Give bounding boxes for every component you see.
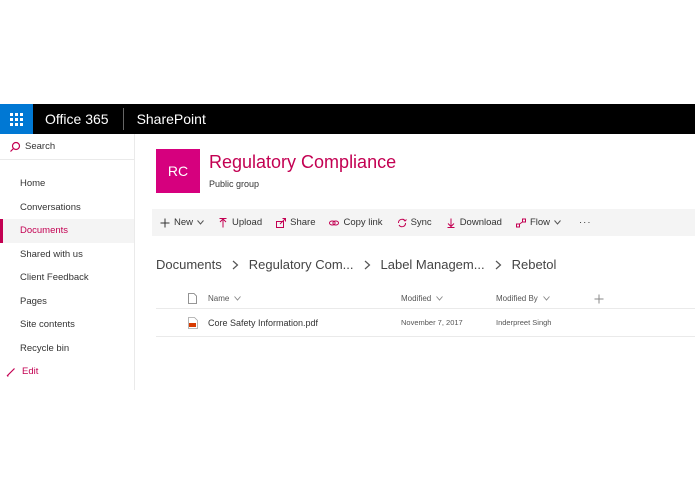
flow-icon [515, 218, 526, 227]
site-titles: Regulatory Compliance Public group [209, 152, 396, 193]
file-modified-date: November 7, 2017 [401, 318, 463, 327]
share-icon [276, 217, 287, 228]
flow-button[interactable]: Flow [515, 217, 561, 228]
sync-icon [397, 218, 407, 227]
edit-nav-link[interactable]: Edit [0, 360, 134, 384]
suite-bar: Office 365 SharePoint [0, 104, 695, 134]
new-button[interactable]: New [160, 217, 204, 228]
file-name-link[interactable]: Core Safety Information.pdf [208, 318, 401, 328]
file-type-header[interactable] [156, 293, 208, 304]
download-label: Download [459, 217, 502, 228]
share-button[interactable]: Share [276, 217, 315, 228]
nav-item-site-contents[interactable]: Site contents [0, 313, 134, 337]
site-logo[interactable]: RC [156, 149, 200, 193]
upload-label: Upload [232, 217, 263, 228]
modified-column-header[interactable]: Modified [401, 294, 496, 303]
file-modified-by[interactable]: Inderpreet Singh [496, 318, 594, 327]
modified-by-column-header[interactable]: Modified By [496, 294, 594, 303]
file-list: Name Modified Modified By Core Safety In… [156, 289, 695, 337]
more-options-button[interactable]: ··· [579, 217, 592, 228]
copy-link-button[interactable]: Copy link [329, 217, 383, 228]
search-label: Search [25, 141, 56, 152]
pencil-icon [6, 367, 15, 377]
plus-icon [160, 218, 170, 227]
table-row[interactable]: Core Safety Information.pdf November 7, … [156, 309, 695, 337]
nav-item-home[interactable]: Home [0, 172, 134, 196]
link-icon [329, 220, 340, 225]
breadcrumb-item-regulatory-compliance[interactable]: Regulatory Com... [249, 257, 354, 272]
chevron-right-icon [364, 260, 370, 269]
upload-button[interactable]: Upload [218, 217, 262, 228]
modified-header-label: Modified [401, 294, 432, 303]
nav-list: Home Conversations Documents Shared with… [0, 172, 134, 384]
file-icon-cell [156, 316, 208, 329]
chevron-right-icon [495, 260, 501, 269]
nav-item-recycle-bin[interactable]: Recycle bin [0, 337, 134, 361]
site-header: RC Regulatory Compliance Public group [156, 149, 396, 193]
office-365-brand-link[interactable]: Office 365 [33, 104, 123, 134]
chevron-right-icon [232, 260, 239, 269]
name-header-label: Name [208, 294, 230, 303]
sync-label: Sync [410, 217, 432, 228]
file-type-icon [188, 293, 197, 304]
command-bar: New Upload Share Copy link Sync Download… [152, 209, 695, 236]
chevron-down-icon [542, 296, 550, 301]
breadcrumb-item-rebetol: Rebetol [511, 257, 557, 272]
edit-label: Edit [22, 366, 39, 378]
nav-item-client-feedback[interactable]: Client Feedback [0, 266, 134, 290]
name-column-header[interactable]: Name [208, 294, 401, 303]
flow-label: Flow [529, 217, 550, 228]
app-launcher-button[interactable] [0, 104, 33, 134]
modified-by-header-label: Modified By [496, 294, 538, 303]
pdf-file-icon [188, 316, 198, 329]
table-header: Name Modified Modified By [156, 289, 695, 309]
search-icon [10, 141, 21, 152]
sync-button[interactable]: Sync [397, 217, 432, 228]
chevron-down-icon [234, 296, 242, 301]
breadcrumb-item-label-management[interactable]: Label Managem... [381, 257, 485, 272]
nav-item-conversations[interactable]: Conversations [0, 196, 134, 220]
upload-icon [219, 217, 227, 227]
sharepoint-app-link[interactable]: SharePoint [124, 104, 206, 134]
nav-item-documents[interactable]: Documents [0, 219, 134, 243]
site-title[interactable]: Regulatory Compliance [209, 152, 396, 173]
breadcrumb: Documents Regulatory Com... Label Manage… [156, 257, 556, 272]
chevron-down-icon [554, 220, 561, 225]
breadcrumb-item-documents[interactable]: Documents [156, 257, 222, 272]
site-subtitle: Public group [209, 179, 260, 189]
add-column-button[interactable] [594, 294, 614, 304]
search-box[interactable]: Search [0, 134, 134, 160]
share-label: Share [290, 217, 316, 228]
new-label: New [174, 217, 194, 228]
copy-link-label: Copy link [343, 217, 383, 228]
plus-icon [594, 294, 604, 303]
left-navigation: Search Home Conversations Documents Shar… [0, 134, 135, 390]
waffle-icon [10, 112, 23, 126]
download-button[interactable]: Download [446, 217, 502, 228]
download-icon [447, 218, 455, 228]
chevron-down-icon [197, 220, 204, 225]
chevron-down-icon [436, 296, 444, 301]
nav-item-pages[interactable]: Pages [0, 290, 134, 314]
nav-item-shared-with-us[interactable]: Shared with us [0, 243, 134, 267]
